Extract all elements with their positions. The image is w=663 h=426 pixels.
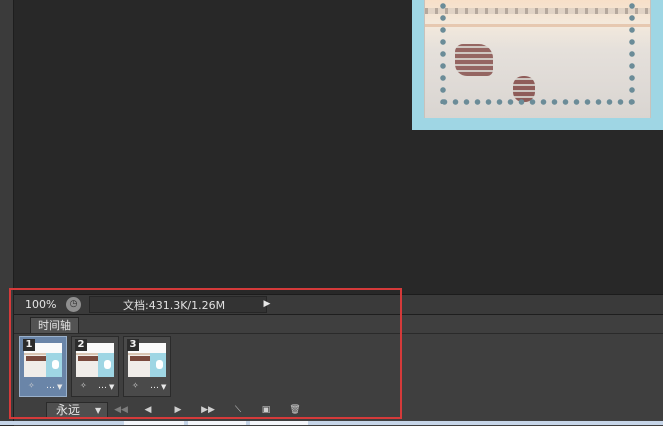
animation-frame[interactable]: 3 ✧ … ▼ — [123, 336, 171, 397]
step-back-icon[interactable]: ◀ — [136, 402, 160, 419]
artwork-dot-border — [439, 0, 447, 104]
tween-wand-icon: ✧ — [80, 381, 87, 390]
chevron-down-icon[interactable]: ▼ — [57, 383, 62, 391]
tween-wand-icon[interactable]: ⟍ — [226, 402, 250, 419]
frame-delay[interactable]: … — [46, 381, 56, 391]
timeline-panel: 时间轴 1 ✧ … ▼ 2 ✧ … ▼ 3 ✧ … ▼ 永远 ▼ ◀◀ ◀ ▶ … — [14, 314, 663, 426]
taskbar-edge — [0, 421, 663, 425]
fast-forward-icon[interactable]: ▶▶ — [196, 402, 220, 419]
play-triangle-icon[interactable]: ▶ — [260, 296, 274, 313]
tween-wand-icon: ✧ — [132, 381, 139, 390]
new-frame-icon[interactable]: ▣ — [254, 402, 278, 419]
artwork-brick-patch — [455, 44, 493, 76]
chevron-down-icon[interactable]: ▼ — [161, 383, 166, 391]
artwork-fence — [425, 8, 650, 14]
chevron-down-icon[interactable]: ▼ — [95, 402, 101, 419]
timeline-controls: 永远 ▼ ◀◀ ◀ ▶ ▶▶ ⟍ ▣ 🗑 — [14, 401, 663, 423]
frame-delay[interactable]: … — [98, 381, 108, 391]
tween-wand-icon: ✧ — [28, 381, 35, 390]
animation-frame[interactable]: 2 ✧ … ▼ — [71, 336, 119, 397]
frame-number: 1 — [23, 339, 35, 351]
zoom-level[interactable]: 100% — [25, 295, 56, 314]
artwork-shelf — [425, 24, 650, 27]
tab-timeline[interactable]: 时间轴 — [30, 317, 79, 334]
taskbar-item[interactable] — [250, 421, 308, 425]
chevron-down-icon[interactable]: ▼ — [109, 383, 114, 391]
document-info: 文档:431.3K/1.26M — [89, 296, 267, 313]
tab-divider — [14, 333, 663, 334]
taskbar-item[interactable] — [188, 421, 246, 425]
frame-number: 3 — [127, 339, 139, 351]
document-artwork — [424, 0, 651, 118]
play-icon[interactable]: ▶ — [166, 402, 190, 419]
status-bar: 100% ◷ 文档:431.3K/1.26M ▶ — [14, 294, 663, 314]
left-panel-edge — [0, 0, 14, 425]
artwork-dot-border — [439, 98, 636, 106]
animation-frame[interactable]: 1 ✧ … ▼ — [19, 336, 67, 397]
trash-icon[interactable]: 🗑 — [283, 402, 307, 419]
clock-icon[interactable]: ◷ — [66, 297, 81, 312]
frame-delay[interactable]: … — [150, 381, 160, 391]
document-canvas-image[interactable] — [412, 0, 663, 130]
rewind-icon[interactable]: ◀◀ — [109, 402, 133, 419]
taskbar-item[interactable] — [124, 421, 184, 425]
frame-number: 2 — [75, 339, 87, 351]
artwork-dot-border — [628, 0, 636, 104]
